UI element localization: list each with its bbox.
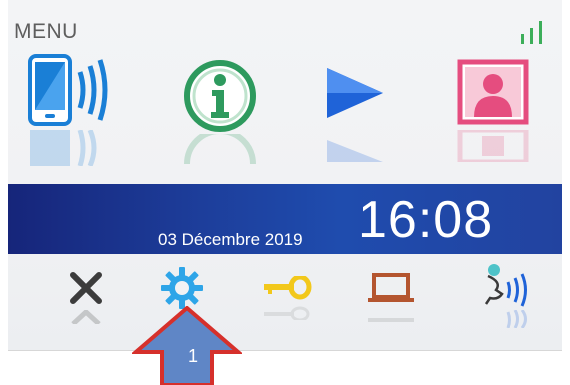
- menu-title: MENU: [14, 20, 78, 43]
- play-reflection: [327, 140, 383, 162]
- settings-icon[interactable]: [160, 266, 204, 310]
- key-icon[interactable]: [262, 276, 312, 300]
- phone-reflection: [30, 130, 97, 166]
- voice-reflection: [506, 310, 527, 328]
- signal-strength-icon: [521, 21, 542, 44]
- close-reflection: [71, 310, 101, 324]
- contact-reflection: [457, 130, 529, 162]
- phone-wireless-icon[interactable]: [26, 52, 126, 130]
- annotation-label: 1: [188, 346, 199, 366]
- voice-command-icon[interactable]: [476, 262, 536, 308]
- laptop-reflection: [368, 318, 414, 322]
- clock-time: 16:08: [358, 191, 494, 249]
- info-reflection: [184, 134, 256, 164]
- annotation-arrow: [132, 306, 242, 385]
- key-reflection: [264, 306, 310, 320]
- info-icon[interactable]: [182, 58, 258, 134]
- device-screen: MENU 03 Décembre 2019 16:08: [8, 0, 562, 351]
- play-icon[interactable]: [323, 66, 387, 120]
- close-icon[interactable]: [68, 270, 104, 306]
- date-label: 03 Décembre 2019: [158, 230, 303, 249]
- contact-icon[interactable]: [456, 58, 530, 128]
- laptop-icon[interactable]: [366, 272, 416, 304]
